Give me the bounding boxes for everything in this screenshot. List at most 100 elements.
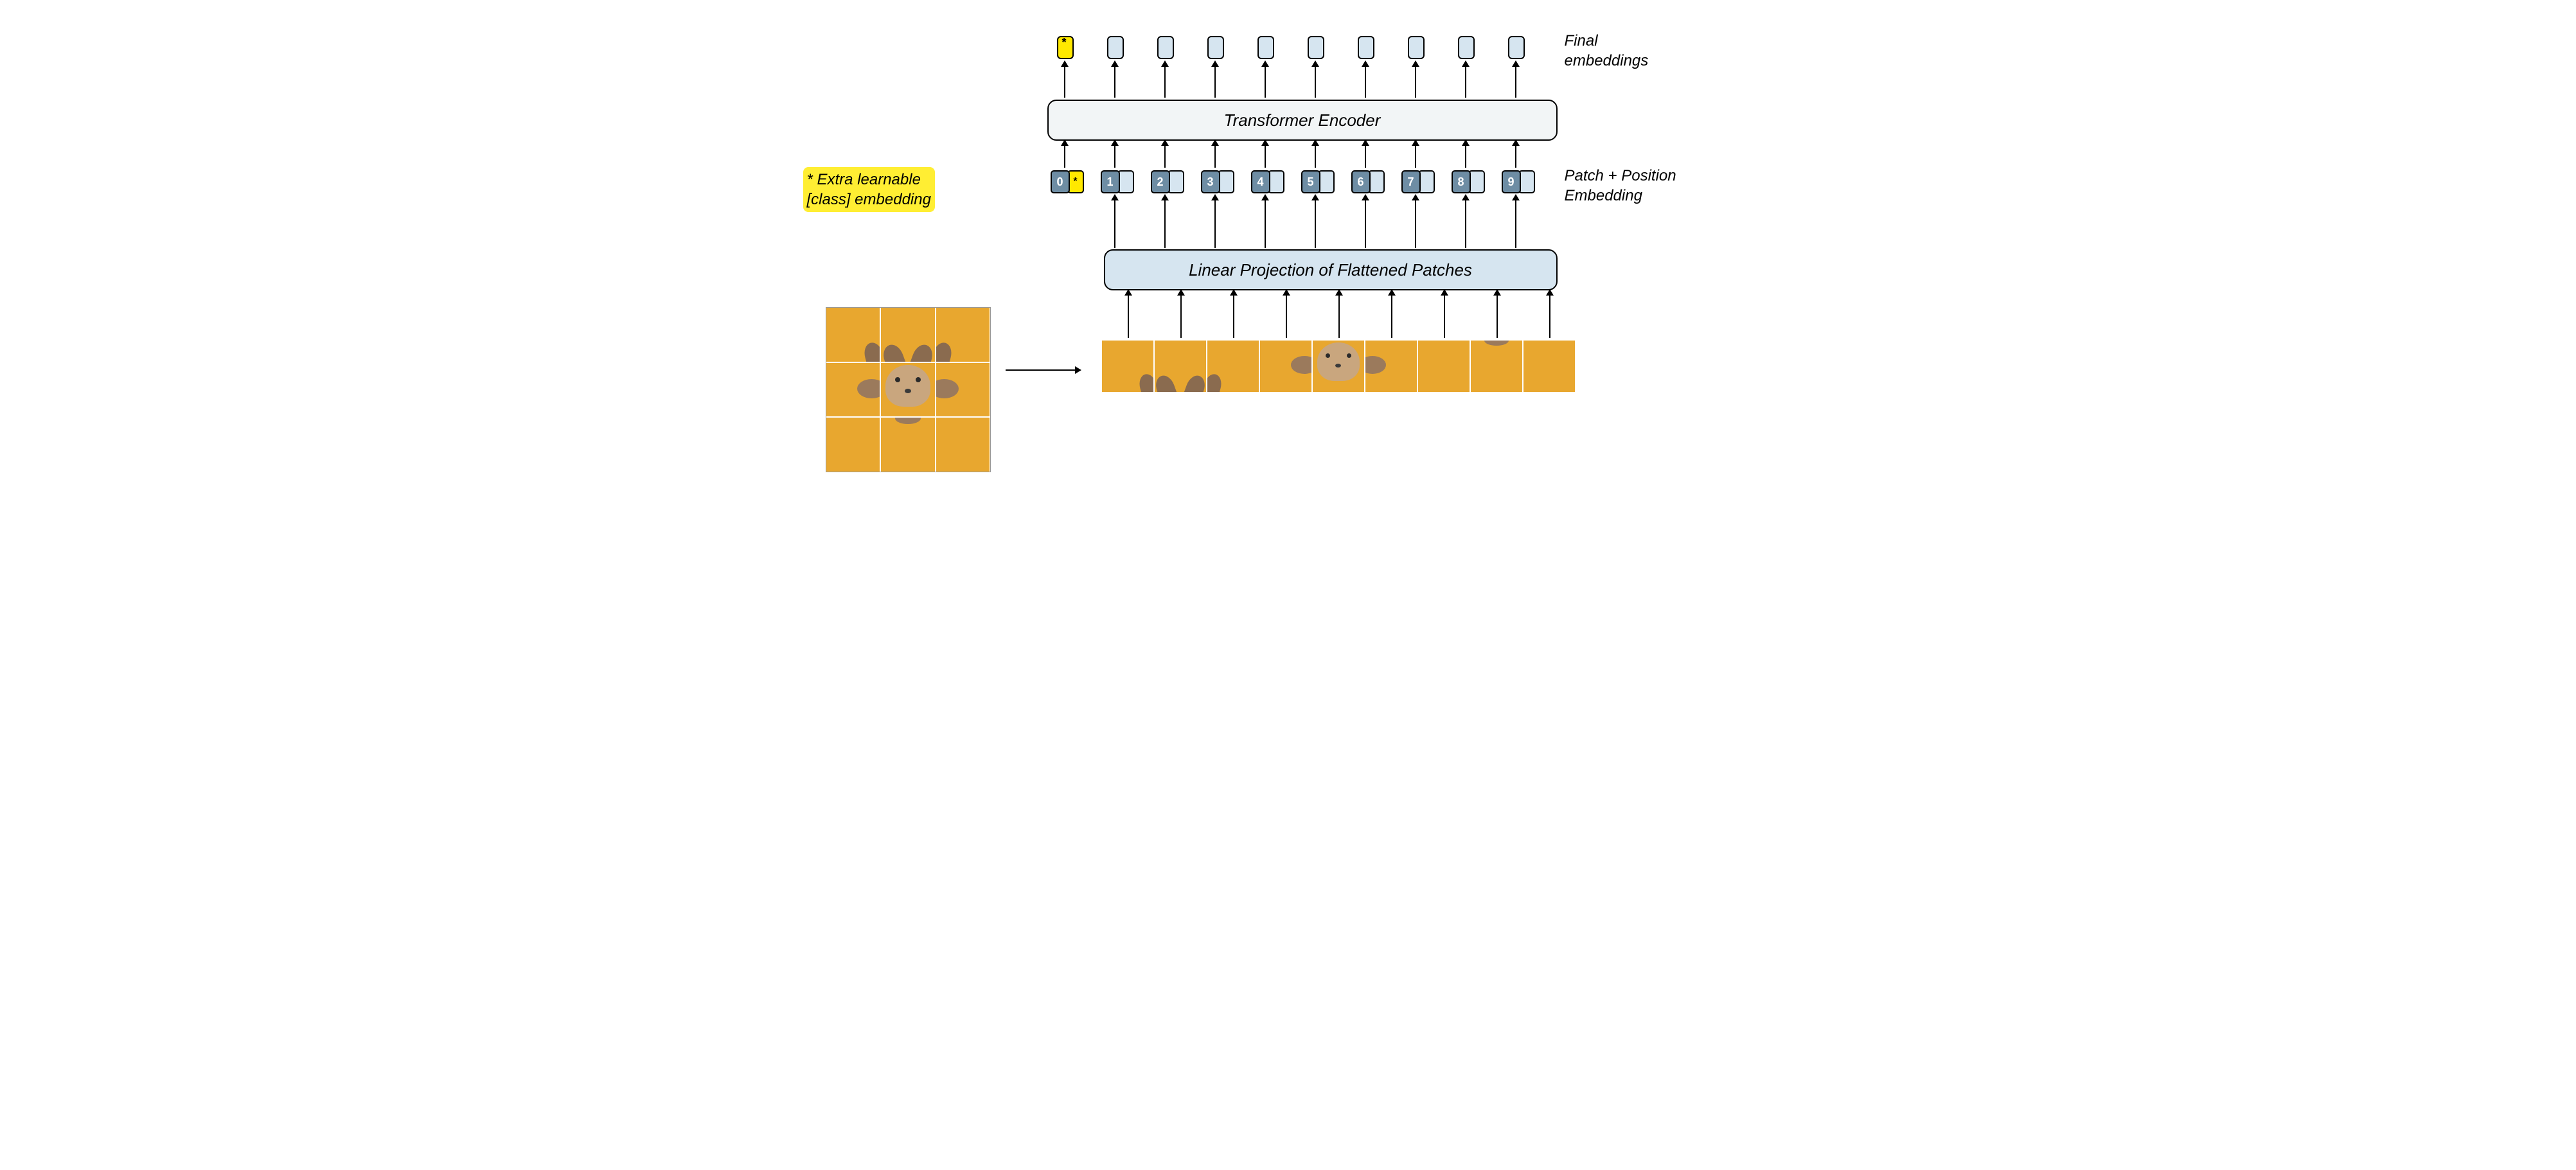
patch-tile xyxy=(1102,341,1153,392)
arrow-up xyxy=(1515,66,1516,98)
position-token-pair: 1 xyxy=(1101,170,1134,193)
label-text: Patch + Position xyxy=(1565,167,1676,184)
patch-tile xyxy=(1418,341,1470,392)
position-number: 5 xyxy=(1301,170,1320,193)
arrow-up xyxy=(1465,199,1466,248)
position-number: 1 xyxy=(1101,170,1120,193)
final-class-token xyxy=(1057,36,1074,59)
final-token xyxy=(1458,36,1475,59)
box-label: Transformer Encoder xyxy=(1224,111,1381,130)
arrow-up xyxy=(1391,294,1392,338)
image-cell xyxy=(881,418,935,472)
position-token-pair: 6 xyxy=(1351,170,1385,193)
patch-tile xyxy=(1471,341,1522,392)
arrow-up xyxy=(1365,199,1366,248)
final-token xyxy=(1508,36,1525,59)
arrow-up xyxy=(1265,145,1266,168)
arrow-up xyxy=(1233,294,1234,338)
arrow-up xyxy=(1444,294,1445,338)
arrow-up xyxy=(1265,66,1266,98)
arrow-up xyxy=(1128,294,1129,338)
arrow-up xyxy=(1214,66,1216,98)
position-token-pair: 9 xyxy=(1502,170,1535,193)
patch-strip xyxy=(1102,341,1575,392)
arrow-up xyxy=(1315,199,1316,248)
image-cell xyxy=(936,418,990,472)
label-text: [class] embedding xyxy=(807,191,931,208)
position-number: 8 xyxy=(1452,170,1471,193)
image-cell xyxy=(881,308,935,362)
position-token-pair: 0* xyxy=(1051,170,1084,193)
box-label: Linear Projection of Flattened Patches xyxy=(1189,260,1472,280)
arrow-up xyxy=(1214,199,1216,248)
position-number: 6 xyxy=(1351,170,1371,193)
position-number: 2 xyxy=(1151,170,1170,193)
patch-tile xyxy=(1260,341,1311,392)
patch-tile xyxy=(1523,341,1575,392)
position-number: 3 xyxy=(1201,170,1220,193)
arrow-up xyxy=(1365,145,1366,168)
position-number: 4 xyxy=(1251,170,1270,193)
arrow-up xyxy=(1338,294,1340,338)
image-cell xyxy=(936,308,990,362)
patch-tile xyxy=(1155,341,1206,392)
position-token-pair: 3 xyxy=(1201,170,1234,193)
position-token-pair: 5 xyxy=(1301,170,1335,193)
image-cell xyxy=(826,308,880,362)
arrow-up xyxy=(1549,294,1550,338)
final-token xyxy=(1358,36,1374,59)
position-token-pair: 4 xyxy=(1251,170,1284,193)
position-token-pair: 2 xyxy=(1151,170,1184,193)
arrow-up xyxy=(1515,199,1516,248)
position-token-pair: 7 xyxy=(1401,170,1435,193)
arrow-up xyxy=(1114,145,1115,168)
arrow-up xyxy=(1164,145,1166,168)
arrow-up xyxy=(1114,66,1115,98)
patch-tile xyxy=(1207,341,1259,392)
source-image-grid xyxy=(826,307,991,472)
arrow-up xyxy=(1180,294,1182,338)
image-cell xyxy=(936,363,990,417)
final-token xyxy=(1207,36,1224,59)
linear-projection-box: Linear Projection of Flattened Patches xyxy=(1104,249,1558,290)
label-text: Final xyxy=(1565,32,1598,49)
image-to-patches-arrow xyxy=(1006,369,1076,371)
arrow-up xyxy=(1114,199,1115,248)
arrow-up xyxy=(1214,145,1216,168)
class-embedding-label: * Extra learnable [class] embedding xyxy=(803,167,935,212)
arrow-up xyxy=(1315,66,1316,98)
diagram-canvas: Final embeddings Patch + Position Embedd… xyxy=(800,26,1777,527)
final-token xyxy=(1157,36,1174,59)
arrow-up xyxy=(1365,66,1366,98)
arrow-up xyxy=(1415,145,1416,168)
arrow-up xyxy=(1465,145,1466,168)
arrow-up xyxy=(1286,294,1287,338)
image-cell xyxy=(826,363,880,417)
arrow-up xyxy=(1415,66,1416,98)
patch-tile xyxy=(1365,341,1417,392)
arrow-up xyxy=(1315,145,1316,168)
arrow-up xyxy=(1465,66,1466,98)
position-number: 9 xyxy=(1502,170,1521,193)
image-cell xyxy=(881,363,935,417)
arrow-up xyxy=(1064,145,1065,168)
transformer-encoder-box: Transformer Encoder xyxy=(1047,100,1558,141)
arrow-up xyxy=(1415,199,1416,248)
position-number: 7 xyxy=(1401,170,1421,193)
arrow-up xyxy=(1164,66,1166,98)
arrow-up xyxy=(1265,199,1266,248)
final-token xyxy=(1408,36,1425,59)
position-token-pair: 8 xyxy=(1452,170,1485,193)
arrow-up xyxy=(1497,294,1498,338)
arrow-up xyxy=(1515,145,1516,168)
image-cell xyxy=(826,418,880,472)
final-token xyxy=(1107,36,1124,59)
final-embeddings-label: Final embeddings xyxy=(1565,31,1649,71)
position-number: 0 xyxy=(1051,170,1070,193)
patch-position-label: Patch + Position Embedding xyxy=(1565,166,1676,206)
label-text: Embedding xyxy=(1565,187,1642,204)
final-token xyxy=(1257,36,1274,59)
final-token xyxy=(1308,36,1324,59)
label-text: * Extra learnable xyxy=(807,171,921,188)
label-text: embeddings xyxy=(1565,52,1649,69)
